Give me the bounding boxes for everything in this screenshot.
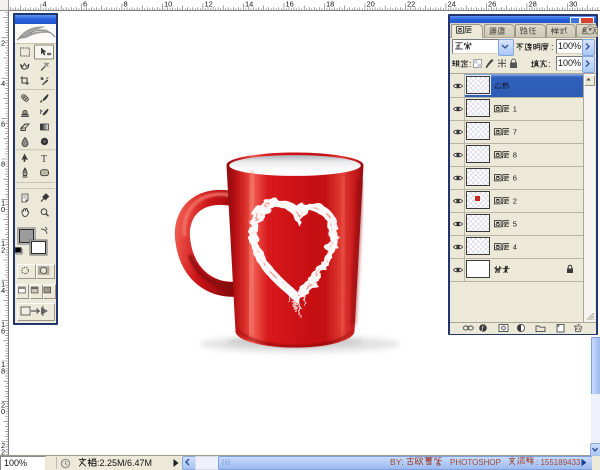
- svg-text:12: 12: [205, 0, 213, 9]
- svg-text:1: 1: [513, 105, 517, 114]
- svg-text:18: 18: [326, 0, 334, 9]
- svg-text:6: 6: [1, 326, 5, 335]
- svg-text:20: 20: [367, 0, 375, 9]
- svg-text:5: 5: [513, 220, 517, 229]
- svg-text:14: 14: [245, 0, 253, 9]
- svg-text:28: 28: [529, 0, 537, 9]
- svg-text:26: 26: [488, 0, 496, 9]
- svg-text:4: 4: [1, 286, 5, 295]
- svg-text:4: 4: [1, 79, 5, 88]
- svg-text:8: 8: [1, 367, 5, 376]
- svg-text:8: 8: [513, 151, 517, 160]
- svg-text:4: 4: [513, 243, 517, 252]
- svg-text:6: 6: [513, 174, 517, 183]
- svg-text:7: 7: [513, 128, 517, 137]
- svg-text:24: 24: [448, 0, 456, 9]
- svg-text:0: 0: [1, 407, 5, 416]
- svg-text:30: 30: [569, 0, 577, 9]
- svg-text:4: 4: [43, 0, 47, 9]
- svg-text:8: 8: [1, 160, 5, 169]
- svg-text:2: 2: [513, 197, 517, 206]
- svg-text:16: 16: [286, 0, 294, 9]
- svg-text:6: 6: [1, 119, 5, 128]
- svg-text:10: 10: [164, 0, 172, 9]
- svg-text:T: T: [41, 154, 47, 165]
- svg-text:0: 0: [1, 205, 5, 214]
- svg-text:22: 22: [407, 0, 415, 9]
- svg-text:2: 2: [1, 246, 5, 255]
- svg-text:2: 2: [1, 39, 5, 48]
- svg-text:8: 8: [124, 0, 128, 9]
- svg-text:6: 6: [83, 0, 87, 9]
